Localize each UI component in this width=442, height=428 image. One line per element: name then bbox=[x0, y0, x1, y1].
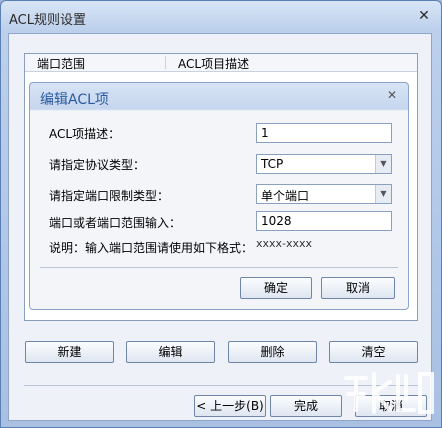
column-acl-description[interactable]: ACL项目描述 bbox=[178, 55, 249, 72]
acl-list-header: 端口范围 ACL项目描述 bbox=[25, 54, 417, 72]
port-limit-type-label: 请指定端口限制类型： bbox=[49, 189, 170, 203]
window-title: ACL规则设置 bbox=[9, 13, 86, 28]
edit-button[interactable]: 编辑 bbox=[126, 341, 215, 363]
edit-acl-dialog: 编辑ACL项 ✕ ACL项描述： 1 请指定协议类型： TCP ▼ 请指定端口限… bbox=[29, 82, 409, 310]
port-limit-type-select[interactable]: 单个端口 ▼ bbox=[256, 184, 392, 204]
dialog-divider bbox=[40, 267, 398, 268]
port-range-input[interactable]: 1028 bbox=[256, 211, 392, 231]
protocol-type-label: 请指定协议类型： bbox=[49, 158, 146, 172]
ok-button[interactable]: 确定 bbox=[240, 277, 312, 299]
dialog-close-icon[interactable]: ✕ bbox=[384, 87, 400, 103]
port-range-label: 端口或者端口范围输入： bbox=[49, 216, 182, 230]
column-divider[interactable] bbox=[165, 56, 166, 69]
protocol-type-select[interactable]: TCP ▼ bbox=[256, 154, 392, 174]
column-port-range[interactable]: 端口范围 bbox=[37, 55, 85, 72]
hint-format: xxxx-xxxx bbox=[256, 237, 313, 250]
protocol-type-value: TCP bbox=[261, 157, 284, 171]
hint-label: 说明：输入端口范围请使用如下格式： bbox=[49, 241, 254, 255]
new-button[interactable]: 新建 bbox=[25, 341, 114, 363]
dialog-title: 编辑ACL项 bbox=[40, 92, 109, 108]
dialog-cancel-button[interactable]: 取消 bbox=[321, 277, 395, 299]
finish-button[interactable]: 完成 bbox=[270, 395, 342, 417]
watermark-logo bbox=[344, 372, 434, 414]
acl-description-label: ACL项描述： bbox=[49, 127, 121, 141]
back-button[interactable]: < 上一步(B) bbox=[194, 395, 266, 417]
chevron-down-icon[interactable]: ▼ bbox=[375, 185, 391, 203]
delete-button[interactable]: 删除 bbox=[228, 341, 317, 363]
port-limit-type-value: 单个端口 bbox=[261, 189, 310, 203]
chevron-down-icon[interactable]: ▼ bbox=[375, 155, 391, 173]
acl-description-input[interactable]: 1 bbox=[256, 123, 392, 143]
window-close-icon[interactable]: ✕ bbox=[415, 7, 433, 25]
clear-button[interactable]: 清空 bbox=[329, 341, 418, 363]
